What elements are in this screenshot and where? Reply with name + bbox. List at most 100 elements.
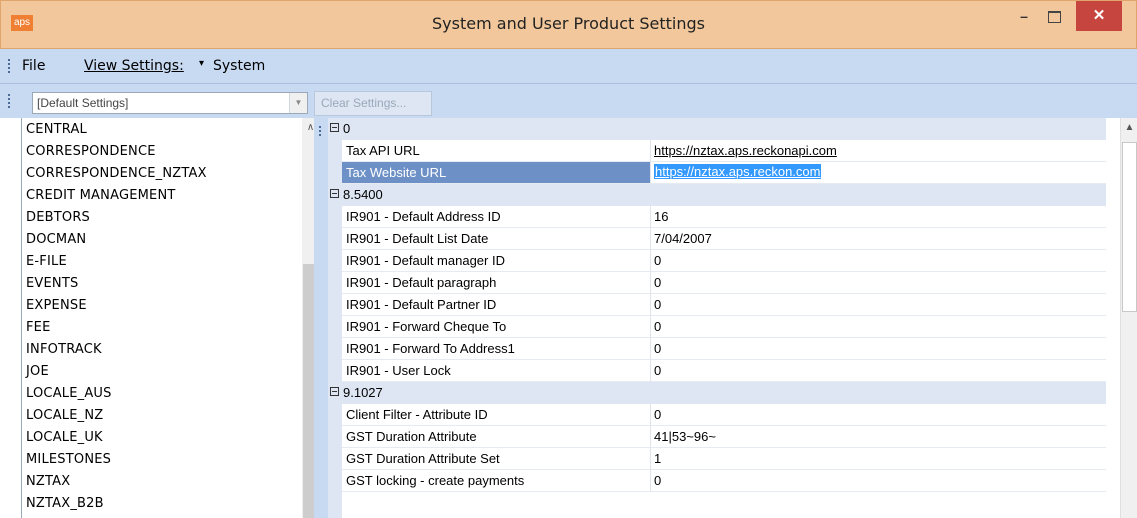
property-row[interactable]: IR901 - Default Address ID 16: [342, 206, 1106, 228]
list-item[interactable]: JOE: [26, 364, 49, 379]
maximize-button[interactable]: [1039, 1, 1069, 31]
property-grid-scrollbar[interactable]: ▲: [1120, 118, 1137, 518]
list-item[interactable]: EVENTS: [26, 276, 78, 291]
scroll-up-icon[interactable]: ▲: [1121, 122, 1137, 133]
property-value[interactable]: 0: [654, 407, 661, 422]
property-name: IR901 - Default List Date: [346, 231, 489, 246]
property-row[interactable]: Tax API URL https://nztax.aps.reckonapi.…: [342, 140, 1106, 162]
category-row[interactable]: 8.5400: [328, 184, 1106, 206]
property-row[interactable]: IR901 - Forward Cheque To 0: [342, 316, 1106, 338]
property-value[interactable]: 0: [654, 473, 661, 488]
property-value[interactable]: 0: [654, 319, 661, 334]
settings-combo-value: [Default Settings]: [37, 96, 129, 110]
property-value[interactable]: 0: [654, 297, 661, 312]
collapse-icon[interactable]: [330, 123, 339, 132]
list-item[interactable]: INFOTRACK: [26, 342, 102, 357]
menu-grip-icon[interactable]: [8, 59, 11, 75]
list-item[interactable]: LOCALE_NZ: [26, 408, 103, 423]
property-row[interactable]: GST Duration Attribute 41|53~96~: [342, 426, 1106, 448]
column-divider: [650, 404, 651, 426]
toolbar-grip-icon[interactable]: [8, 94, 11, 110]
collapse-icon[interactable]: [330, 189, 339, 198]
list-item[interactable]: DOCMAN: [26, 232, 86, 247]
scroll-thumb[interactable]: [303, 264, 314, 518]
list-item[interactable]: LOCALE_UK: [26, 430, 103, 445]
property-row[interactable]: GST locking - create payments 0: [342, 470, 1106, 492]
close-button[interactable]: ✕: [1076, 1, 1122, 31]
menu-file[interactable]: File: [22, 58, 45, 74]
property-row[interactable]: IR901 - Default Partner ID 0: [342, 294, 1106, 316]
property-name: IR901 - Default manager ID: [346, 253, 505, 268]
category-row[interactable]: 9.1027: [328, 382, 1106, 404]
column-divider: [650, 272, 651, 294]
category-label: 8.5400: [343, 187, 383, 202]
property-value[interactable]: https://nztax.aps.reckonapi.com: [654, 143, 837, 158]
column-divider: [650, 206, 651, 228]
menu-view-settings-label: View Settings:: [84, 58, 184, 74]
clear-settings-button[interactable]: Clear Settings...: [314, 91, 432, 116]
property-value[interactable]: 0: [654, 363, 661, 378]
collapse-icon[interactable]: [330, 387, 339, 396]
property-value[interactable]: 7/04/2007: [654, 231, 712, 246]
chevron-down-icon[interactable]: ▾: [199, 58, 204, 69]
column-divider: [650, 470, 651, 492]
property-value-editing[interactable]: https://nztax.aps.reckon.com: [654, 164, 822, 179]
list-item[interactable]: LOCALE_AUS: [26, 386, 112, 401]
property-name: GST Duration Attribute Set: [346, 451, 500, 466]
list-item[interactable]: CREDIT MANAGEMENT: [26, 188, 176, 203]
column-divider: [650, 294, 651, 316]
window-title: System and User Product Settings: [432, 14, 705, 33]
list-item[interactable]: DEBTORS: [26, 210, 90, 225]
category-row[interactable]: 0: [328, 118, 1106, 140]
property-row[interactable]: GST Duration Attribute Set 1: [342, 448, 1106, 470]
column-divider: [650, 228, 651, 250]
scroll-up-icon[interactable]: ∧: [302, 122, 314, 133]
property-row[interactable]: IR901 - Default List Date 7/04/2007: [342, 228, 1106, 250]
menu-view-settings[interactable]: View Settings:: [84, 58, 184, 74]
menu-system[interactable]: System: [213, 58, 265, 74]
maximize-icon: [1047, 11, 1061, 24]
list-item[interactable]: CORRESPONDENCE: [26, 144, 156, 159]
property-row[interactable]: IR901 - Default manager ID 0: [342, 250, 1106, 272]
combo-dropdown-icon[interactable]: ▼: [289, 93, 307, 113]
column-divider: [650, 448, 651, 470]
property-grid[interactable]: 0 Tax API URL https://nztax.aps.reckonap…: [328, 118, 1120, 518]
pane-splitter[interactable]: [314, 118, 328, 518]
list-item[interactable]: CORRESPONDENCE_NZTAX: [26, 166, 207, 181]
title-bar: aps System and User Product Settings – ✕: [0, 0, 1137, 49]
list-item[interactable]: NZTAX: [26, 474, 70, 489]
property-name: GST locking - create payments: [346, 473, 525, 488]
module-list-scrollbar[interactable]: ∧: [302, 118, 314, 518]
module-list[interactable]: CENTRAL CORRESPONDENCE CORRESPONDENCE_NZ…: [21, 118, 314, 518]
settings-combo[interactable]: [Default Settings] ▼: [32, 92, 308, 114]
grid-gutter: [328, 118, 342, 518]
column-divider: [650, 426, 651, 448]
property-name: Tax Website URL: [342, 162, 650, 183]
minimize-button[interactable]: –: [1009, 1, 1039, 31]
list-item[interactable]: E-FILE: [26, 254, 67, 269]
property-value[interactable]: 16: [654, 209, 668, 224]
menu-bar: File View Settings: ▾ System: [0, 49, 1137, 84]
property-value[interactable]: 1: [654, 451, 661, 466]
list-item[interactable]: FEE: [26, 320, 51, 335]
property-row[interactable]: Client Filter - Attribute ID 0: [342, 404, 1106, 426]
property-value[interactable]: 0: [654, 275, 661, 290]
column-divider: [650, 360, 651, 382]
property-value[interactable]: 41|53~96~: [654, 429, 716, 444]
property-value[interactable]: 0: [654, 253, 661, 268]
column-divider: [650, 250, 651, 272]
property-row[interactable]: IR901 - Default paragraph 0: [342, 272, 1106, 294]
list-item[interactable]: NZTAX_B2B: [26, 496, 104, 511]
column-divider: [650, 140, 651, 162]
scroll-thumb[interactable]: [1122, 142, 1137, 312]
list-item[interactable]: EXPENSE: [26, 298, 87, 313]
property-name: Client Filter - Attribute ID: [346, 407, 488, 422]
property-row[interactable]: IR901 - User Lock 0: [342, 360, 1106, 382]
property-name: IR901 - Default paragraph: [346, 275, 497, 290]
property-value[interactable]: 0: [654, 341, 661, 356]
property-row-selected[interactable]: Tax Website URL https://nztax.aps.reckon…: [342, 162, 1106, 184]
property-row[interactable]: IR901 - Forward To Address1 0: [342, 338, 1106, 360]
list-item[interactable]: CENTRAL: [26, 122, 87, 137]
column-divider: [650, 316, 651, 338]
list-item[interactable]: MILESTONES: [26, 452, 111, 467]
